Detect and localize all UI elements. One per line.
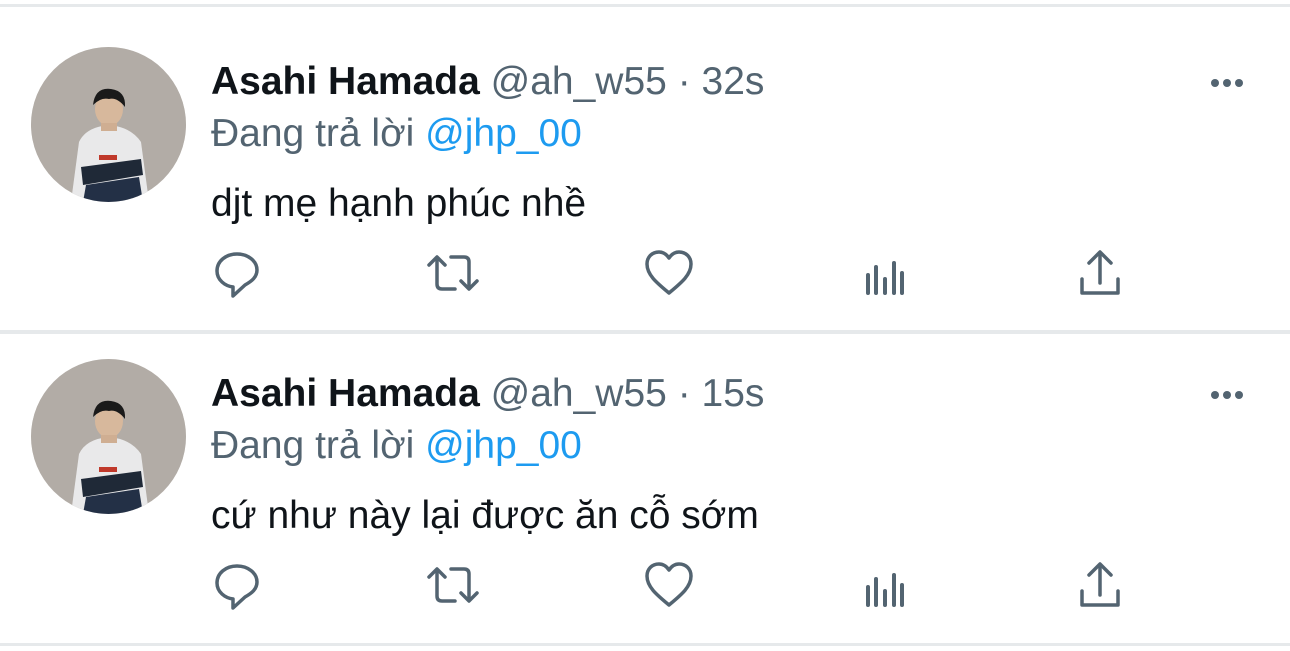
bottom-divider [0, 643, 1290, 646]
display-name[interactable]: Asahi Hamada [211, 60, 480, 103]
more-button[interactable] [1200, 66, 1254, 100]
separator: · [677, 372, 691, 415]
analytics-icon [866, 573, 904, 607]
top-divider [0, 4, 1290, 7]
reply-context: Đang trả lời @jhp_00 [211, 108, 582, 160]
tweet-text: cứ như này lại được ăn cỗ sớm [211, 494, 759, 537]
tweet-1[interactable]: Asahi Hamada @ah_w55 · 32s Đang trả lời … [0, 8, 1290, 318]
reply-mention[interactable]: @jhp_00 [425, 424, 582, 467]
reply-icon [215, 564, 259, 610]
more-icon [1211, 79, 1243, 87]
more-button[interactable] [1200, 378, 1254, 412]
share-button[interactable] [1070, 555, 1130, 615]
tweet-2[interactable]: Asahi Hamada @ah_w55 · 15s Đang trả lời … [0, 320, 1290, 630]
share-icon [1080, 562, 1120, 607]
reply-prefix: Đang trả lời [211, 424, 415, 467]
analytics-button[interactable] [855, 555, 915, 615]
reply-button[interactable] [207, 243, 267, 303]
retweet-button[interactable] [423, 243, 483, 303]
handle[interactable]: @ah_w55 [491, 60, 667, 103]
tweet-header: Asahi Hamada @ah_w55 · 15s [211, 368, 764, 420]
more-icon [1211, 391, 1243, 399]
reply-mention[interactable]: @jhp_00 [425, 112, 582, 155]
reply-button[interactable] [207, 555, 267, 615]
handle[interactable]: @ah_w55 [491, 372, 667, 415]
retweet-icon [427, 255, 479, 291]
retweet-button[interactable] [423, 555, 483, 615]
analytics-button[interactable] [855, 243, 915, 303]
separator: · [677, 60, 691, 103]
analytics-icon [866, 261, 904, 295]
avatar[interactable] [31, 359, 186, 514]
retweet-icon [427, 567, 479, 603]
display-name[interactable]: Asahi Hamada [211, 372, 480, 415]
like-icon [645, 250, 693, 295]
reply-context: Đang trả lời @jhp_00 [211, 420, 582, 472]
like-button[interactable] [639, 555, 699, 615]
action-bar [0, 555, 1290, 615]
tweet-text: djt mẹ hạnh phúc nhề [211, 182, 587, 225]
avatar[interactable] [31, 47, 186, 202]
tweet-header: Asahi Hamada @ah_w55 · 32s [211, 56, 764, 108]
timestamp[interactable]: 15s [702, 372, 765, 415]
timestamp[interactable]: 32s [702, 60, 765, 103]
like-icon [645, 562, 693, 607]
action-bar [0, 243, 1290, 303]
reply-icon [215, 252, 259, 298]
share-button[interactable] [1070, 243, 1130, 303]
reply-prefix: Đang trả lời [211, 112, 415, 155]
share-icon [1080, 250, 1120, 295]
like-button[interactable] [639, 243, 699, 303]
